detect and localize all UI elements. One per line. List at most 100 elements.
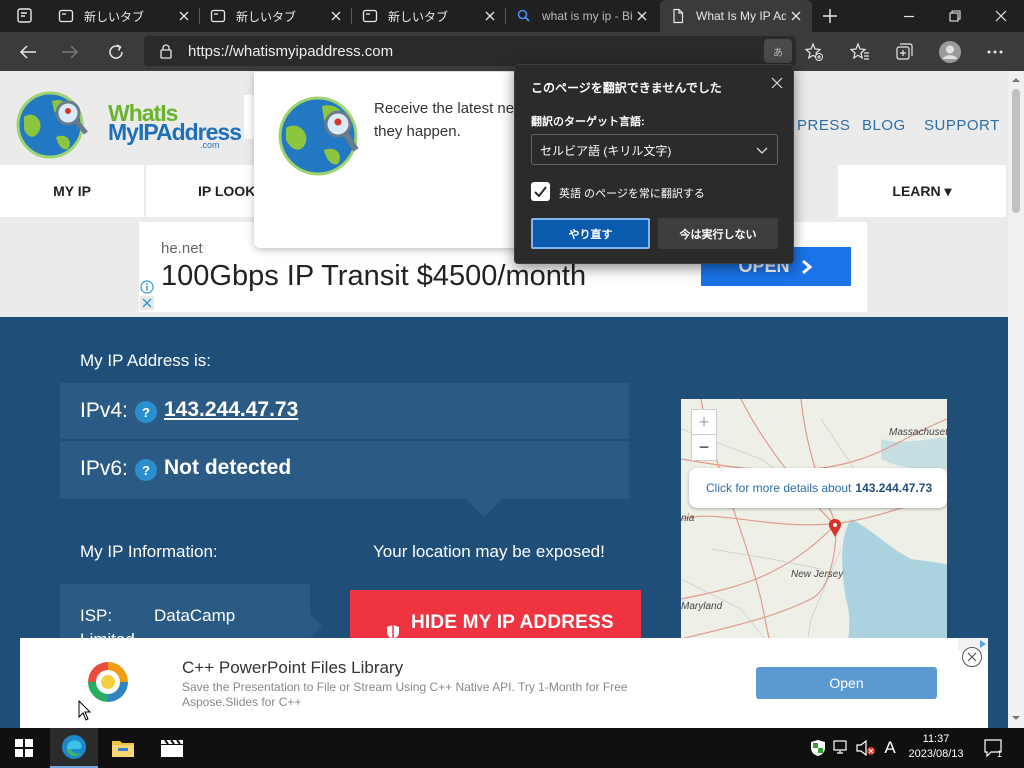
close-icon [995,10,1007,22]
browser-tab-strip: 新しいタブ 新しいタブ 新しいタブ what is my ip - Bing W… [0,0,1024,32]
network-icon[interactable] [832,738,852,758]
hide-ip-label: HIDE MY IP ADDRESS [411,612,614,633]
system-clock[interactable]: 11:37 2023/08/13 [898,732,974,762]
start-button[interactable] [0,728,48,768]
scrollbar-thumb[interactable] [1012,89,1020,213]
ad-close-icon[interactable] [140,296,154,310]
close-tab-icon[interactable] [326,6,346,26]
map-zoom-control: + − [691,409,717,461]
url-text[interactable]: https://whatismyipaddress.com [188,43,393,60]
header-link-support[interactable]: SUPPORT [924,117,1000,134]
ime-indicator[interactable]: A [880,738,900,758]
settings-more-button[interactable] [979,36,1011,68]
help-icon[interactable]: ? [135,459,157,481]
always-translate-label[interactable]: 英語 のページを常に翻訳する [559,185,705,201]
refresh-button[interactable] [100,36,132,68]
ipv6-label: IPv6: [80,457,128,480]
chevron-down-icon [756,147,768,154]
minimize-icon [904,15,914,18]
browser-tab[interactable]: what is my ip - Bing [506,0,658,32]
close-tab-icon[interactable] [632,6,652,26]
translate-icon[interactable]: あ [764,39,792,63]
ad-info-icon[interactable] [140,280,154,294]
lock-icon[interactable] [158,43,174,59]
clock-time: 11:37 [922,733,950,745]
browser-tab[interactable]: 新しいタブ [352,0,506,32]
always-translate-checkbox[interactable] [531,182,550,201]
search-icon [516,8,532,24]
taskbar-edge[interactable] [50,728,98,768]
ad-domain: he.net [161,240,203,257]
close-window-button[interactable] [978,0,1024,32]
page-scrollbar[interactable] [1008,71,1024,728]
browser-tab-icon [58,8,74,24]
translate-popup: このページを翻訳できませんでした 翻訳のターゲット言語: セルビア語 (キリル文… [514,64,794,264]
header-link-press[interactable]: PRESS [797,117,850,134]
bottom-ad[interactable]: C++ PowerPoint Files Library Save the Pr… [20,638,988,728]
taskbar-video-editor[interactable] [148,728,196,768]
retry-translate-button[interactable]: やり直す [531,218,650,249]
site-logo[interactable]: WhatIs MyIPAddress .com [16,89,242,161]
zoom-out-button[interactable]: − [692,435,716,460]
mouse-cursor-icon [78,700,92,721]
volume-muted-icon[interactable] [856,738,876,758]
profile-button[interactable] [934,36,966,68]
header-link-blog[interactable]: BLOG [862,117,906,134]
map-popup-text: Click for more details about [706,481,852,495]
close-tab-icon[interactable] [786,6,806,26]
zoom-in-button[interactable]: + [692,410,716,435]
favorites-button[interactable] [844,36,876,68]
notification-center-icon[interactable]: 1 [983,737,1005,759]
restore-button[interactable] [932,0,978,32]
star-add-icon [804,42,823,61]
ipv6-row: IPv6: ? Not detected [60,441,629,498]
isp-label: ISP: [80,606,113,625]
logo-text: MyIPAddress [108,119,242,145]
panel-pointer [466,499,502,517]
ip-info-heading: My IP Information: [80,542,218,561]
browser-tab[interactable]: 新しいタブ [200,0,352,32]
more-icon [987,50,1003,54]
forward-button[interactable] [54,36,86,68]
close-tab-icon[interactable] [174,6,194,26]
ipv4-value[interactable]: 143.244.47.73 [164,398,298,422]
shield-icon[interactable] [808,738,828,758]
map-details-popup[interactable]: Click for more details about 143.244.47.… [689,468,947,508]
collections-button[interactable] [888,36,920,68]
restore-icon [949,10,961,22]
ip-panel: IPv4: ? 143.244.47.73 IPv6: ? Not detect… [60,383,629,499]
help-icon[interactable]: ? [135,401,157,423]
new-tab-button[interactable] [818,4,842,28]
ad-headline[interactable]: 100Gbps IP Transit $4500/month [161,260,586,293]
address-bar[interactable]: https://whatismyipaddress.com あ [144,36,796,66]
tab-title: what is my ip - Bing [542,9,632,23]
ad-title[interactable]: C++ PowerPoint Files Library [182,658,403,678]
add-favorite-button[interactable] [798,36,830,68]
ad-open-button[interactable]: Open [756,667,937,699]
taskbar-file-explorer[interactable] [99,728,147,768]
browser-tab[interactable]: 新しいタブ [48,0,200,32]
avatar-icon [939,41,961,63]
nav-item-my-ip[interactable]: MY IP [0,165,144,217]
close-icon[interactable] [765,71,789,95]
tab-title: 新しいタブ [84,9,145,24]
tab-title: 新しいタブ [388,9,449,24]
tab-actions-button[interactable] [6,6,42,26]
exposed-warning: Your location may be exposed! [373,542,605,561]
close-tab-icon[interactable] [480,6,500,26]
not-now-button[interactable]: 今は実行しない [658,218,778,249]
map-label: Massachusetts [889,427,947,438]
minimize-button[interactable] [886,0,932,32]
map-label: nia [681,513,695,524]
ipv4-row: IPv4: ? 143.244.47.73 [60,383,629,440]
browser-toolbar: https://whatismyipaddress.com あ [0,32,1024,71]
back-button[interactable] [12,36,44,68]
target-language-value: セルビア語 (キリル文字) [540,144,672,158]
target-language-label: 翻訳のターゲット言語: [531,116,645,128]
map-label: Maryland [681,601,723,612]
target-language-select[interactable]: セルビア語 (キリル文字) [531,134,778,165]
browser-tab-active[interactable]: What Is My IP Address [660,0,812,32]
close-ad-icon[interactable] [961,646,983,668]
nav-item-learn[interactable]: LEARN ▾ [838,165,1006,217]
refresh-icon [109,44,123,59]
